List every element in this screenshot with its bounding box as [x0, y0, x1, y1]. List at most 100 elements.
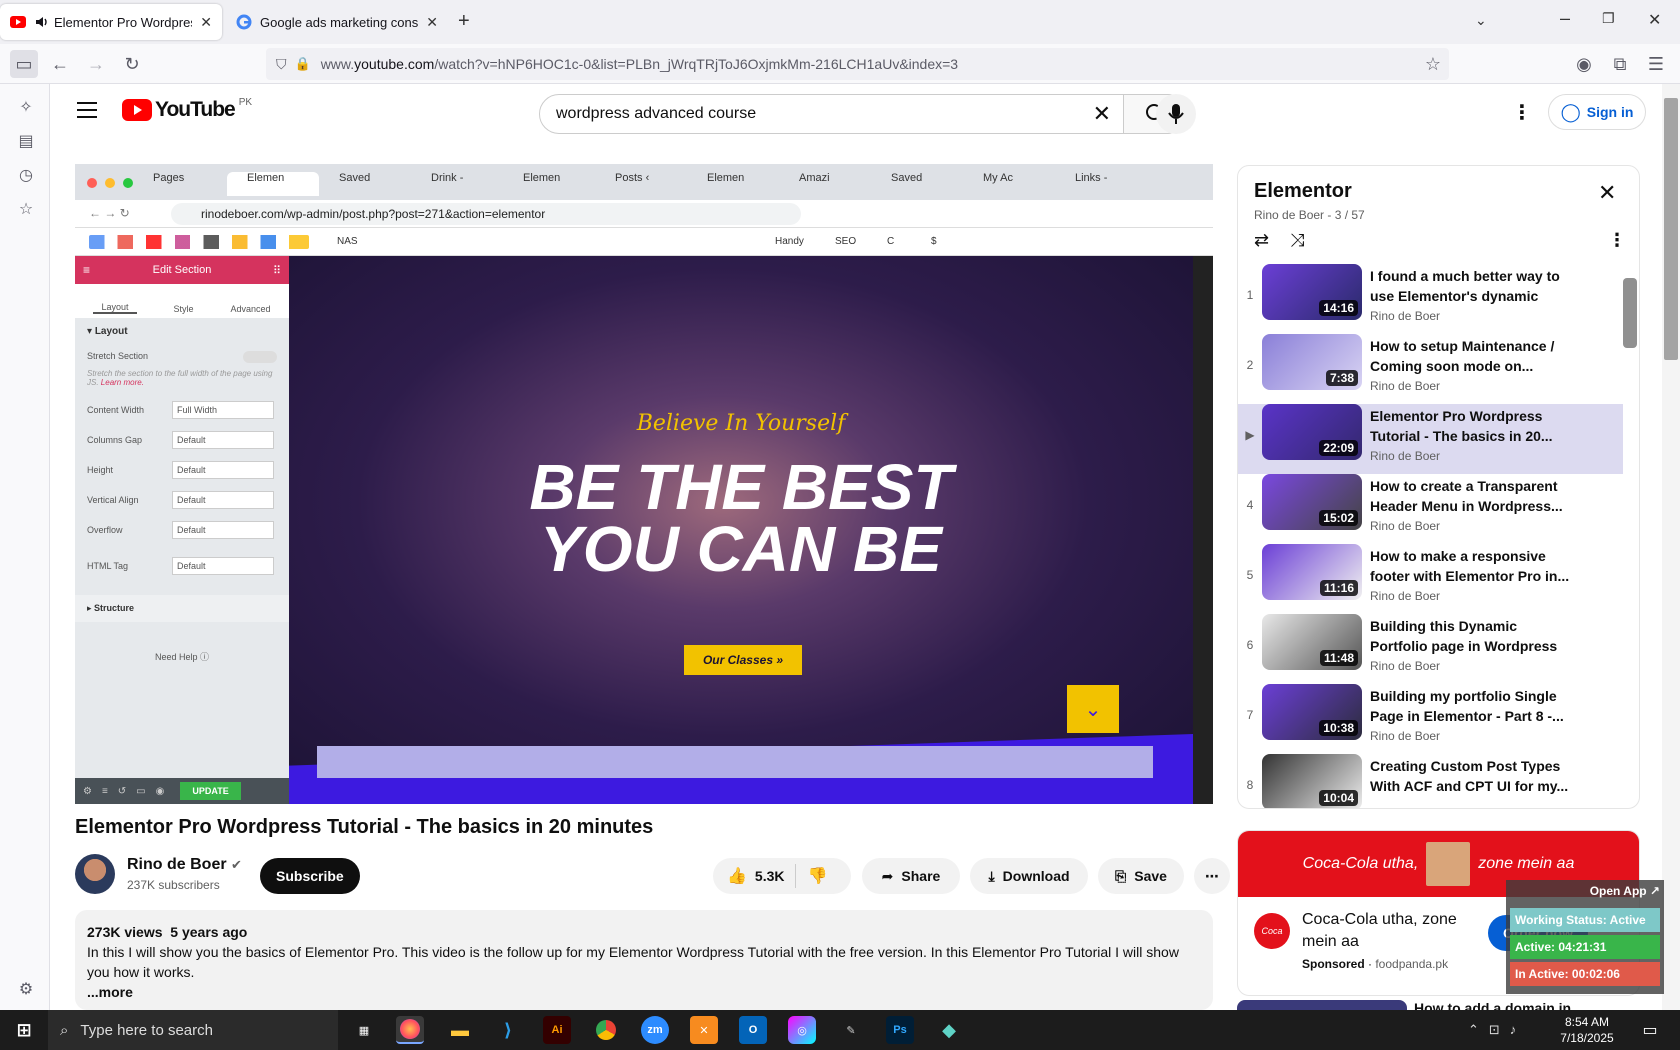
show-more-link[interactable]: ...more: [87, 982, 1201, 1002]
section-layout[interactable]: ▾ Layout: [75, 318, 289, 345]
footer-icons[interactable]: ⚙≡↺▭◉: [83, 786, 174, 797]
extensions-icon[interactable]: ⧉: [1606, 50, 1634, 78]
restore-button[interactable]: ❐: [1602, 10, 1615, 27]
field-select[interactable]: Default: [172, 491, 274, 509]
panel-menu-icon[interactable]: ≡: [83, 263, 90, 277]
menu-icon[interactable]: ☰: [1642, 50, 1670, 78]
field-select[interactable]: Default: [172, 557, 274, 575]
loop-icon[interactable]: ⇄: [1254, 230, 1269, 251]
playlist-item[interactable]: 1 14:16 I found a much better way to use E…: [1238, 264, 1623, 334]
synced-tabs-icon[interactable]: ▤: [15, 130, 37, 152]
close-tab-icon[interactable]: ✕: [200, 14, 212, 31]
taskbar-search-box[interactable]: ⌕ Type here to search: [48, 1010, 338, 1050]
ai-chat-icon[interactable]: ✧: [15, 96, 37, 118]
need-help[interactable]: Need Help ⓘ: [75, 650, 289, 663]
url-bar[interactable]: ⛉ 🔒 www. youtube.com/watch?v=hNP6HOC1c-0&…: [266, 48, 1449, 80]
sidebar-toggle-icon[interactable]: ▭: [10, 50, 38, 78]
scroll-thumb[interactable]: [1623, 278, 1637, 348]
next-video-thumbnail[interactable]: [1237, 1000, 1407, 1010]
field-select[interactable]: Default: [172, 431, 274, 449]
our-classes-button[interactable]: Our Classes »: [684, 645, 802, 675]
playlist-item[interactable]: 2 7:38 How to setup Maintenance / Coming s…: [1238, 334, 1623, 404]
video-player[interactable]: Pages Elemen Saved Drink - Elemen Posts …: [75, 164, 1213, 804]
save-button[interactable]: ⎘ Save: [1098, 858, 1184, 894]
back-icon[interactable]: ←: [46, 50, 74, 78]
section-structure[interactable]: ▸ Structure: [75, 595, 289, 622]
vscode-icon[interactable]: ⟩: [494, 1016, 522, 1044]
like-button[interactable]: 👍 5.3K: [713, 864, 796, 888]
channel-avatar[interactable]: [75, 854, 115, 894]
close-playlist-icon[interactable]: ✕: [1598, 180, 1616, 206]
clock[interactable]: 8:54 AM 7/18/2025: [1552, 1014, 1622, 1046]
playlist-item-current[interactable]: ▶ 22:09 Elementor Pro Wordpress Tutorial -…: [1238, 404, 1623, 474]
task-view-icon[interactable]: ▦: [350, 1016, 378, 1044]
subscribe-button[interactable]: Subscribe: [260, 858, 360, 894]
shuffle-icon[interactable]: ⤨: [1290, 230, 1304, 251]
next-video-title[interactable]: How to add a domain in...: [1414, 1000, 1583, 1010]
update-button[interactable]: UPDATE: [180, 782, 241, 800]
outlook-icon[interactable]: O: [739, 1016, 767, 1044]
playlist-item[interactable]: 6 11:48 Building this Dynamic Portfolio pa…: [1238, 614, 1623, 684]
minimize-button[interactable]: –: [1560, 8, 1570, 29]
voice-search-button[interactable]: [1156, 94, 1196, 134]
bookmark-star-icon[interactable]: ☆: [1425, 54, 1441, 75]
field-select[interactable]: Default: [172, 521, 274, 539]
playlist-item[interactable]: 7 10:38 Building my portfolio Single Page …: [1238, 684, 1623, 754]
search-input[interactable]: wordpress advanced course ✕: [539, 94, 1124, 134]
system-tray-icons[interactable]: ⌃⊡♪: [1468, 1022, 1526, 1038]
description-box[interactable]: 273K views 5 years ago In this I will sh…: [75, 910, 1213, 1010]
stretch-toggle[interactable]: [243, 351, 277, 363]
playlist-scrollbar[interactable]: [1621, 264, 1639, 808]
teal-app-icon[interactable]: ◆: [935, 1016, 963, 1044]
scroll-down-icon[interactable]: ⌄: [1067, 685, 1119, 733]
creative-app-icon[interactable]: ◎: [788, 1016, 816, 1044]
speaker-icon[interactable]: [34, 14, 50, 30]
account-icon[interactable]: ◉: [1570, 50, 1598, 78]
browser-tab-youtube[interactable]: Elementor Pro Wordpress Tutorial - The b…: [0, 4, 222, 40]
youtube-logo[interactable]: YouTube PK: [122, 97, 252, 122]
download-button[interactable]: ⤓ Download: [970, 858, 1088, 894]
playlist-title[interactable]: Elementor: [1254, 180, 1352, 203]
more-options-icon[interactable]: ⋮: [1512, 100, 1532, 125]
share-button[interactable]: ➦ Share: [862, 858, 960, 894]
hamburger-menu-icon[interactable]: [77, 102, 97, 118]
panel-tab-style[interactable]: Style: [173, 304, 193, 314]
sign-in-button[interactable]: ◯ Sign in: [1548, 94, 1646, 130]
photoshop-icon[interactable]: Ps: [886, 1016, 914, 1044]
playlist-item[interactable]: 8 10:04 Creating Custom Post Types With AC…: [1238, 754, 1623, 808]
new-tab-button[interactable]: +: [458, 10, 470, 33]
bookmarks-icon[interactable]: ☆: [15, 198, 37, 220]
panel-grid-icon[interactable]: ⠿: [273, 264, 281, 277]
file-explorer-icon[interactable]: ▬: [446, 1016, 474, 1044]
xampp-icon[interactable]: ✕: [690, 1016, 718, 1044]
open-app-link[interactable]: Open App ↗: [1510, 884, 1660, 898]
firefox-taskbar-icon[interactable]: [396, 1016, 424, 1044]
clear-search-icon[interactable]: ✕: [1093, 101, 1111, 127]
playlist-more-icon[interactable]: ⋮: [1608, 230, 1626, 251]
learn-more-link[interactable]: Learn more.: [101, 378, 144, 387]
panel-tab-advanced[interactable]: Advanced: [230, 304, 270, 314]
list-tabs-icon[interactable]: ⌄: [1475, 12, 1487, 29]
notifications-icon[interactable]: ▭: [1636, 1016, 1664, 1044]
zoom-app-icon[interactable]: zm: [641, 1016, 669, 1044]
reload-icon[interactable]: ↻: [118, 50, 146, 78]
close-window-button[interactable]: ✕: [1648, 10, 1661, 30]
settings-gear-icon[interactable]: ⚙: [15, 978, 37, 1000]
forward-icon[interactable]: →: [82, 50, 110, 78]
panel-tab-layout[interactable]: Layout: [93, 302, 137, 314]
browser-tab-google[interactable]: Google ads marketing consultant ✕: [226, 4, 448, 40]
page-scroll-thumb[interactable]: [1664, 98, 1678, 360]
close-tab-icon[interactable]: ✕: [426, 14, 438, 31]
channel-name[interactable]: Rino de Boer ✔: [127, 856, 242, 874]
pen-tool-icon[interactable]: ✎: [837, 1016, 865, 1044]
windows-start-icon[interactable]: ⊞: [10, 1016, 38, 1044]
illustrator-icon[interactable]: Ai: [543, 1016, 571, 1044]
page-scrollbar[interactable]: [1662, 84, 1680, 1010]
playlist-item[interactable]: 4 15:02 How to create a Transparent Header…: [1238, 474, 1623, 544]
shield-icon[interactable]: ⛉: [276, 56, 287, 73]
playlist-item[interactable]: 5 11:16 How to make a responsive footer wi…: [1238, 544, 1623, 614]
history-icon[interactable]: ◷: [15, 164, 37, 186]
dislike-button[interactable]: 👎: [796, 866, 840, 886]
field-select[interactable]: Default: [172, 461, 274, 479]
more-actions-button[interactable]: ⋯: [1194, 858, 1230, 894]
